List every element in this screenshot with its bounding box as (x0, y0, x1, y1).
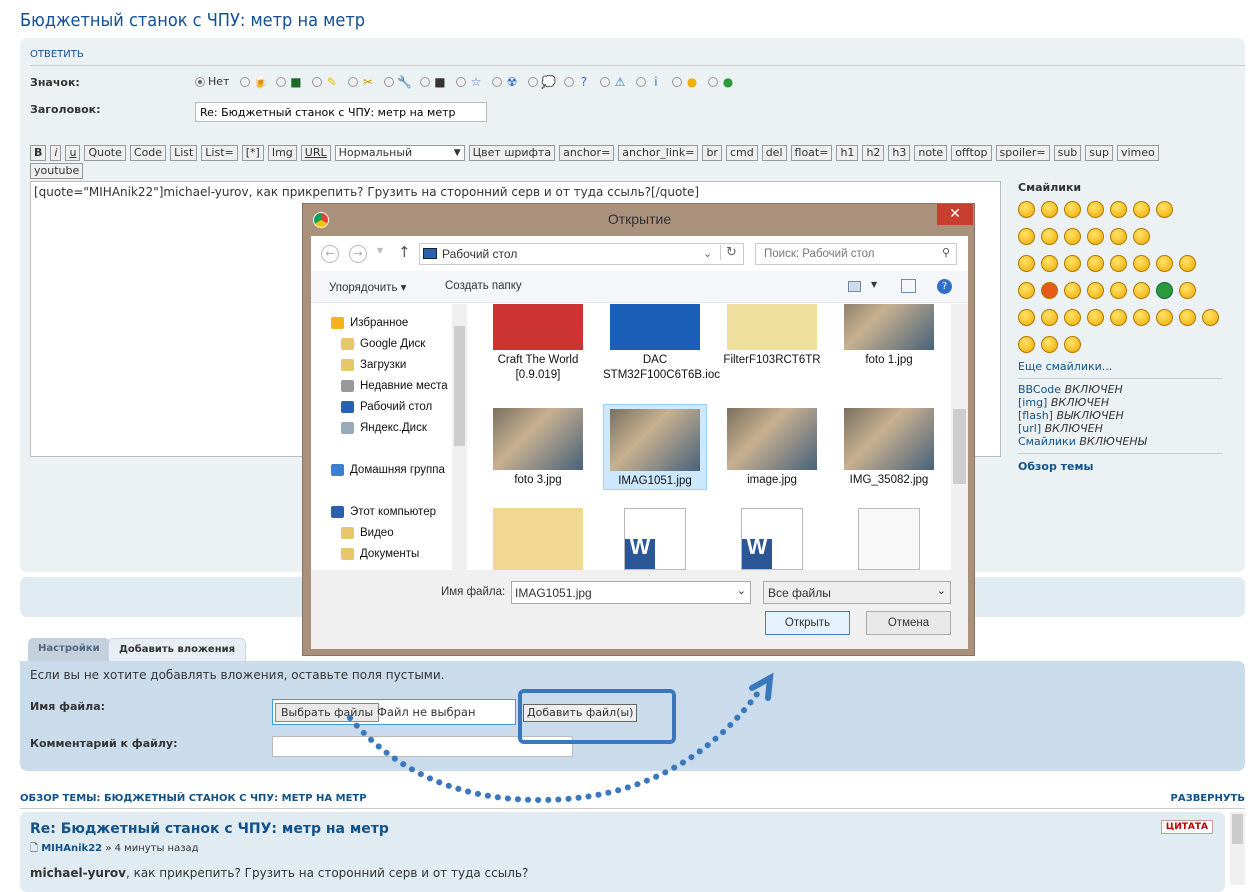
annotation-overlay (347, 672, 774, 804)
annotation-highlight-box (518, 689, 676, 744)
annotation-dotted-arrow (347, 687, 763, 804)
